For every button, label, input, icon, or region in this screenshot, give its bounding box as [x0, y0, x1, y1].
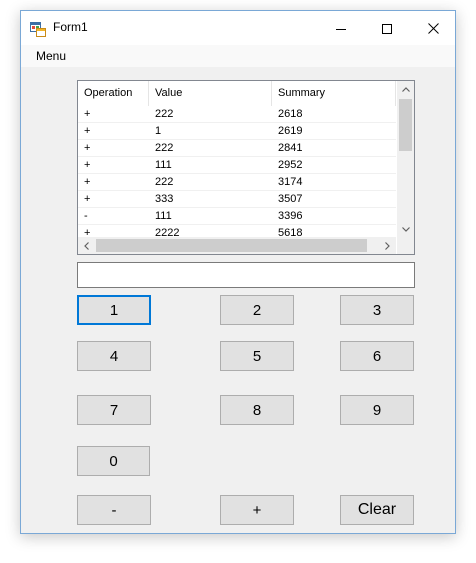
- menu-item-menu[interactable]: Menu: [29, 48, 73, 64]
- list-row[interactable]: + 222 2618: [78, 106, 396, 123]
- digit-6-button[interactable]: 6: [340, 341, 414, 371]
- cell-operation: +: [84, 193, 91, 205]
- cell-value: 1: [155, 125, 162, 137]
- vertical-scroll-thumb[interactable]: [399, 99, 412, 151]
- form-window: Form1 Menu Operation Value Summary + 222…: [20, 10, 456, 534]
- minus-button[interactable]: -: [77, 495, 151, 525]
- horizontal-scrollbar[interactable]: [78, 237, 396, 254]
- vertical-scrollbar[interactable]: [397, 81, 414, 238]
- minimize-icon: [336, 19, 346, 38]
- scroll-up-arrow-icon[interactable]: [397, 81, 414, 98]
- maximize-icon: [382, 19, 392, 38]
- scroll-right-arrow-icon[interactable]: [379, 237, 396, 254]
- clear-button[interactable]: Clear: [340, 495, 414, 525]
- digit-1-button[interactable]: 1: [77, 295, 151, 325]
- window-title: Form1: [53, 20, 88, 34]
- title-bar[interactable]: Form1: [21, 11, 455, 45]
- scroll-corner: [397, 237, 414, 254]
- number-input[interactable]: [77, 262, 415, 288]
- digit-2-button[interactable]: 2: [220, 295, 294, 325]
- scroll-down-arrow-icon[interactable]: [397, 221, 414, 238]
- digit-3-button[interactable]: 3: [340, 295, 414, 325]
- cell-summary: 2952: [278, 159, 303, 171]
- digit-9-button[interactable]: 9: [340, 395, 414, 425]
- column-header-operation[interactable]: Operation: [78, 81, 149, 106]
- list-row[interactable]: + 333 3507: [78, 191, 396, 208]
- list-row[interactable]: + 1 2619: [78, 123, 396, 140]
- app-icon: [30, 21, 46, 37]
- digit-5-button[interactable]: 5: [220, 341, 294, 371]
- list-row[interactable]: - 111 3396: [78, 208, 396, 225]
- column-header-value[interactable]: Value: [149, 81, 272, 106]
- menu-bar: Menu: [21, 45, 455, 67]
- cell-summary: 2841: [278, 142, 303, 154]
- close-button[interactable]: [410, 11, 456, 45]
- digit-8-button[interactable]: 8: [220, 395, 294, 425]
- cell-value: 111: [155, 159, 172, 171]
- minimize-button[interactable]: [318, 11, 364, 45]
- scroll-left-arrow-icon[interactable]: [78, 237, 95, 254]
- cell-operation: +: [84, 108, 91, 120]
- digit-0-button[interactable]: 0: [77, 446, 150, 476]
- digit-7-button[interactable]: 7: [77, 395, 151, 425]
- list-row[interactable]: + 222 2841: [78, 140, 396, 157]
- maximize-button[interactable]: [364, 11, 410, 45]
- cell-summary: 2618: [278, 108, 303, 120]
- cell-operation: +: [84, 142, 91, 154]
- cell-summary: 3396: [278, 210, 303, 222]
- list-header: Operation Value Summary: [78, 81, 396, 106]
- list-row[interactable]: + 222 3174: [78, 174, 396, 191]
- plus-button[interactable]: +: [220, 495, 294, 525]
- cell-operation: +: [84, 159, 91, 171]
- list-row[interactable]: + 111 2952: [78, 157, 396, 174]
- cell-value: 222: [155, 176, 174, 188]
- horizontal-scroll-thumb[interactable]: [96, 239, 367, 252]
- cell-operation: +: [84, 125, 91, 137]
- operations-listview[interactable]: Operation Value Summary + 222 2618 + 1 2…: [77, 80, 415, 255]
- list-rows: + 222 2618 + 1 2619 + 222 2841 + 111 295…: [78, 106, 396, 238]
- cell-operation: -: [84, 210, 88, 222]
- cell-operation: +: [84, 176, 91, 188]
- cell-value: 333: [155, 193, 174, 205]
- cell-value: 111: [155, 210, 172, 222]
- digit-4-button[interactable]: 4: [77, 341, 151, 371]
- close-icon: [427, 19, 439, 38]
- cell-summary: 3507: [278, 193, 303, 205]
- column-header-summary[interactable]: Summary: [272, 81, 396, 106]
- cell-summary: 2619: [278, 125, 303, 137]
- cell-value: 222: [155, 142, 174, 154]
- cell-value: 222: [155, 108, 174, 120]
- cell-summary: 3174: [278, 176, 303, 188]
